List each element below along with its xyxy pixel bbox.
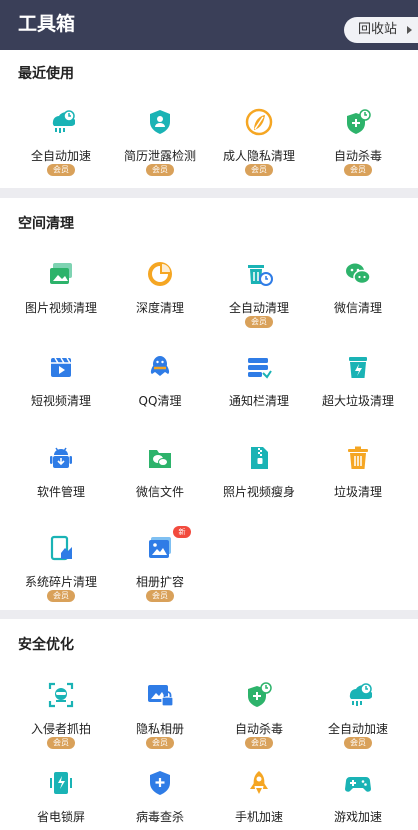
section-title-security: 安全优化 xyxy=(18,637,74,653)
section-security: 安全优化 入侵者抓拍 会员 隐私相册 会员 自动杀毒 会员 全自动加速 会员 省… xyxy=(0,619,418,830)
auto-clean-trash-icon xyxy=(245,260,273,288)
tool-label: 自动杀毒 xyxy=(333,149,382,163)
tool-label: 全自动清理 xyxy=(228,301,289,315)
tool-label: 微信文件 xyxy=(135,485,184,499)
private-album-icon xyxy=(146,681,174,709)
tool-label: 垃圾清理 xyxy=(333,485,382,499)
tool-label: 简历泄露检测 xyxy=(123,149,196,163)
privacy-leaf-icon xyxy=(245,108,273,136)
short-video-icon xyxy=(47,353,75,381)
tool-label: 图片视频清理 xyxy=(24,301,97,315)
tool-label: 照片视频瘦身 xyxy=(222,485,295,499)
tool-label: 省电锁屏 xyxy=(36,810,85,824)
tool-label: 手机加速 xyxy=(234,810,283,824)
tool-label: 微信清理 xyxy=(333,301,382,315)
recycle-bin-button[interactable]: 回收站 xyxy=(344,17,418,43)
tool-label: 全自动加速 xyxy=(327,722,388,736)
vip-badge: 会员 xyxy=(47,590,75,602)
tool-label: 成人隐私清理 xyxy=(222,149,295,163)
tool-label: 深度清理 xyxy=(135,301,184,315)
section-title-space: 空间清理 xyxy=(18,216,74,232)
zip-file-icon xyxy=(245,444,273,472)
fragment-clean-icon xyxy=(47,534,75,562)
vip-badge: 会员 xyxy=(47,164,75,176)
android-icon xyxy=(47,444,75,472)
tool-label: QQ清理 xyxy=(138,394,182,408)
notification-icon xyxy=(245,353,273,381)
tool-label: 全自动加速 xyxy=(30,149,91,163)
tool-label: 游戏加速 xyxy=(333,810,382,824)
vip-badge: 会员 xyxy=(47,737,75,749)
section-title-recent: 最近使用 xyxy=(18,66,74,82)
section-space-clean: 空间清理 图片视频清理 深度清理 全自动清理 会员 微信清理 短视频清理 QQ清… xyxy=(0,198,418,610)
vip-badge: 会员 xyxy=(146,164,174,176)
big-trash-icon xyxy=(344,353,372,381)
tool-label: 超大垃圾清理 xyxy=(321,394,394,408)
tool-label: 系统碎片清理 xyxy=(24,575,97,589)
page-title: 工具箱 xyxy=(18,13,76,35)
qq-icon xyxy=(146,353,174,381)
battery-save-icon xyxy=(47,769,75,797)
vip-badge: 会员 xyxy=(146,590,174,602)
vip-badge: 会员 xyxy=(245,164,273,176)
resume-shield-icon xyxy=(146,108,174,136)
auto-speed-icon xyxy=(344,681,372,709)
deep-clean-pie-icon xyxy=(146,260,174,288)
intruder-capture-icon xyxy=(47,681,75,709)
gamepad-icon xyxy=(344,769,372,797)
recycle-bin-label: 回收站 xyxy=(358,22,398,37)
vip-badge: 会员 xyxy=(344,737,372,749)
rocket-icon xyxy=(245,769,273,797)
vip-badge: 会员 xyxy=(146,737,174,749)
new-badge: 新 xyxy=(173,526,191,538)
album-expand-icon xyxy=(146,534,174,562)
auto-antivirus-icon xyxy=(245,681,273,709)
auto-speed-icon xyxy=(47,108,75,136)
virus-shield-icon xyxy=(146,769,174,797)
vip-badge: 会员 xyxy=(245,316,273,328)
wechat-folder-icon xyxy=(146,444,174,472)
section-recent: 最近使用 全自动加速 会员 简历泄露检测 会员 成人隐私清理 会员 自动杀毒 会… xyxy=(0,50,418,188)
tool-label: 通知栏清理 xyxy=(228,394,289,408)
wechat-icon xyxy=(344,260,372,288)
vip-badge: 会员 xyxy=(344,164,372,176)
vip-badge: 会员 xyxy=(245,737,273,749)
tool-label: 自动杀毒 xyxy=(234,722,283,736)
tool-label: 入侵者抓拍 xyxy=(30,722,91,736)
auto-antivirus-icon xyxy=(344,108,372,136)
chevron-right-icon xyxy=(407,26,412,34)
tool-label: 软件管理 xyxy=(36,485,85,499)
trash-icon xyxy=(344,444,372,472)
tool-label: 相册扩容 xyxy=(135,575,184,589)
app-header: 工具箱 回收站 xyxy=(0,0,418,50)
tool-label: 隐私相册 xyxy=(135,722,184,736)
tool-label: 病毒查杀 xyxy=(135,810,184,824)
image-clean-icon xyxy=(47,260,75,288)
tool-label: 短视频清理 xyxy=(30,394,91,408)
